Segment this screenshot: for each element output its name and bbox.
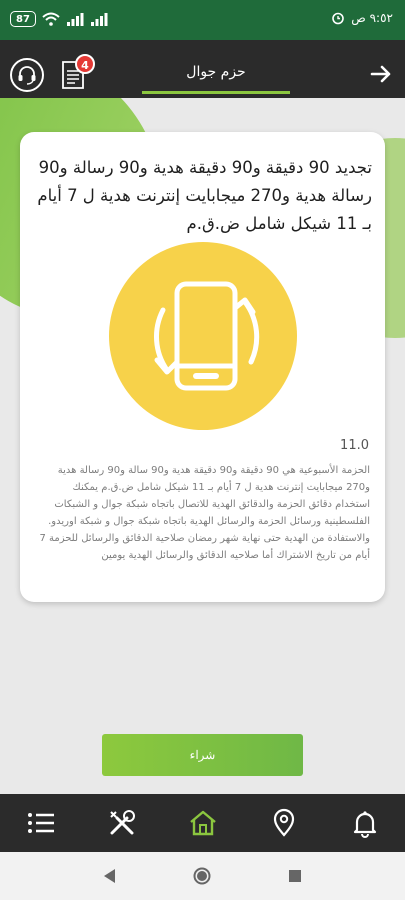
menu-icon[interactable] bbox=[26, 808, 56, 838]
bottom-navigation bbox=[0, 794, 405, 852]
package-card: تجديد 90 دقيقة و90 دقيقة هدية و90 رسالة … bbox=[20, 132, 385, 602]
package-headline: تجديد 90 دقيقة و90 دقيقة هدية و90 رسالة … bbox=[37, 158, 372, 233]
bell-icon[interactable] bbox=[350, 808, 380, 838]
recents-icon[interactable] bbox=[285, 866, 305, 886]
notification-badge: 4 bbox=[75, 54, 95, 74]
content-area: تجديد 90 دقيقة و90 دقيقة هدية و90 رسالة … bbox=[0, 98, 405, 794]
tools-icon[interactable] bbox=[107, 808, 137, 838]
status-icons-right: ٩:٥٢ ص bbox=[331, 11, 393, 25]
home-icon[interactable] bbox=[192, 866, 212, 886]
signal-icon bbox=[66, 13, 84, 26]
wifi-icon bbox=[42, 12, 60, 26]
headset-icon[interactable] bbox=[10, 58, 44, 92]
package-description: الحزمة الأسبوعية هي 90 دقيقة و90 دقيقة ه… bbox=[39, 465, 370, 561]
app-header: 4 حزم جوال bbox=[0, 40, 405, 98]
arrow-right-icon[interactable] bbox=[369, 62, 393, 86]
status-bar: 87 ٩:٥٢ ص bbox=[0, 0, 405, 40]
phone-renew-icon bbox=[109, 242, 297, 430]
alarm-icon bbox=[332, 12, 345, 25]
buy-button[interactable]: شراء bbox=[102, 734, 303, 776]
signal-icon-2 bbox=[90, 13, 108, 26]
system-navigation bbox=[0, 852, 405, 900]
battery-indicator: 87 bbox=[10, 11, 36, 27]
back-icon[interactable] bbox=[100, 866, 120, 886]
package-price: 11.0 bbox=[340, 438, 369, 453]
status-time: ٩:٥٢ ص bbox=[351, 11, 393, 25]
page-title: حزم جوال bbox=[142, 52, 290, 94]
status-icons-left: 87 bbox=[10, 11, 108, 27]
home-icon[interactable] bbox=[188, 808, 218, 838]
location-icon[interactable] bbox=[269, 808, 299, 838]
